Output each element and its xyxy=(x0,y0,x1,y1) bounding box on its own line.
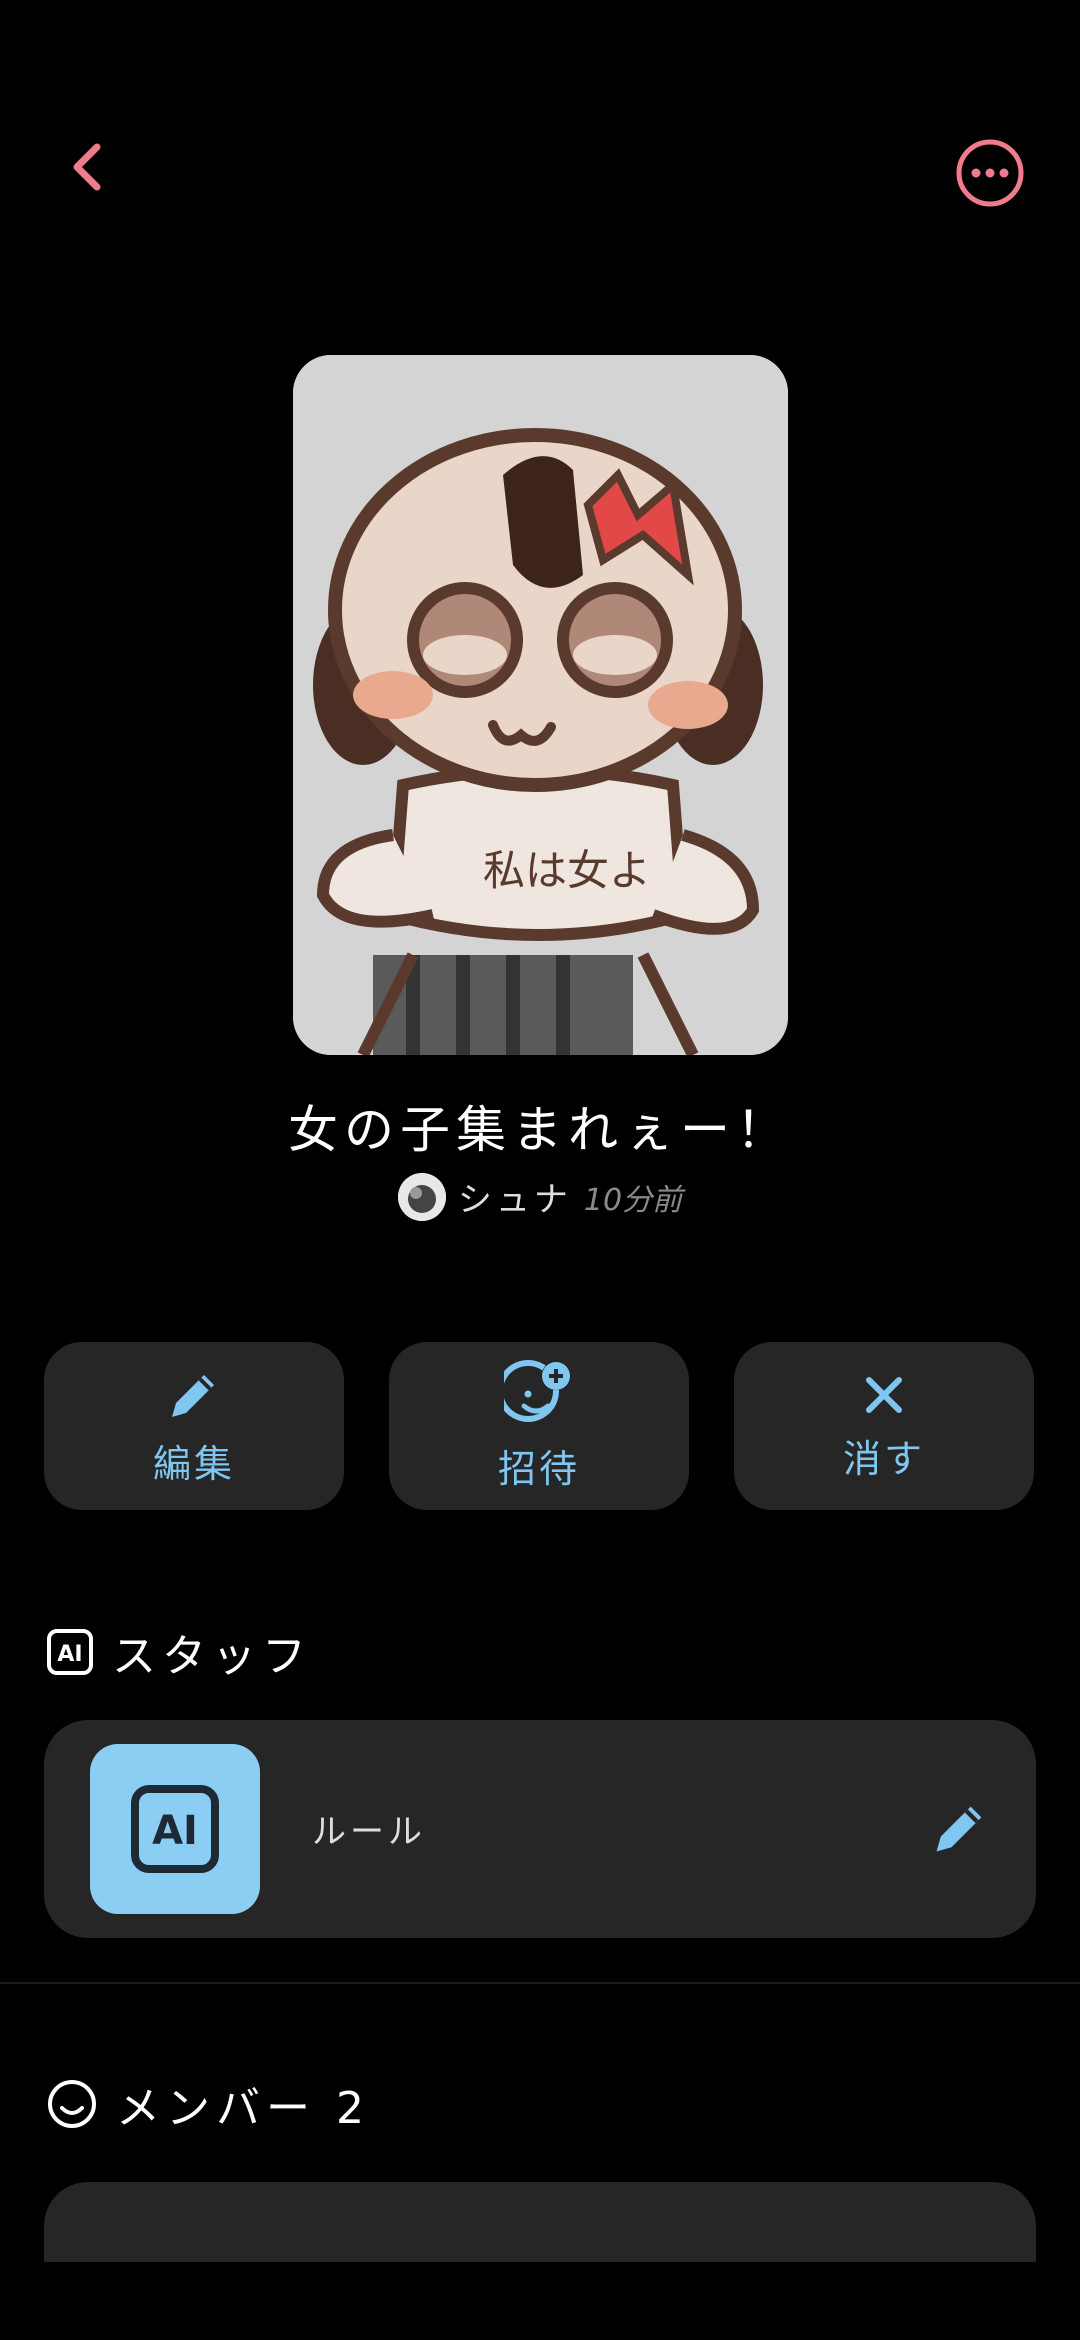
face-icon xyxy=(48,2080,96,2128)
invite-button[interactable]: 招待 xyxy=(389,1342,689,1510)
chat-meta: シュナ 10分前 xyxy=(0,1172,1080,1221)
member-list-item[interactable] xyxy=(44,2182,1036,2262)
rules-bot-avatar-text: AI xyxy=(152,1808,198,1854)
more-horizontal-icon xyxy=(956,139,1024,207)
ai-badge-icon: AI xyxy=(131,1785,219,1873)
svg-text:AI: AI xyxy=(57,1642,82,1667)
back-button[interactable] xyxy=(52,132,122,202)
staff-item-rules[interactable]: AI ルール xyxy=(44,1720,1036,1938)
chat-cover-image[interactable]: 私は女よ xyxy=(293,355,788,1055)
members-section-header: メンバー 2 xyxy=(46,2072,370,2136)
ai-badge-icon: AI xyxy=(47,1629,93,1675)
invite-face-plus-icon xyxy=(504,1359,570,1422)
staff-section-title: スタッフ xyxy=(112,1631,312,1682)
cover-shirt-text: 私は女よ xyxy=(483,846,651,895)
rules-bot-avatar: AI xyxy=(90,1744,260,1914)
chat-title: 女の子集まれぇー！ xyxy=(288,1101,792,1159)
chat-detail-page: 私は女よ 女の子集まれぇー！ シュナ 10分前 編集 招待 消す AI スタッフ… xyxy=(0,0,1080,2340)
edit-staff-button[interactable] xyxy=(928,1796,992,1860)
author-name[interactable]: シュナ xyxy=(458,1172,572,1221)
pencil-icon xyxy=(936,1806,982,1852)
action-row: 編集 招待 消す xyxy=(44,1342,1036,1510)
edit-button-label: 編集 xyxy=(152,1441,235,1486)
close-icon xyxy=(866,1376,902,1413)
pencil-icon xyxy=(172,1374,214,1417)
members-section-title: メンバー 2 xyxy=(116,2083,370,2134)
invite-button-label: 招待 xyxy=(497,1446,580,1491)
edit-button[interactable]: 編集 xyxy=(44,1342,344,1510)
more-options-button[interactable] xyxy=(954,137,1026,209)
post-time: 10分前 xyxy=(583,1182,683,1218)
staff-section-header: AI スタッフ xyxy=(46,1620,312,1684)
delete-button-label: 消す xyxy=(842,1436,925,1481)
delete-button[interactable]: 消す xyxy=(734,1342,1034,1510)
cover-illustration: 私は女よ xyxy=(293,355,788,1055)
section-divider xyxy=(0,1982,1080,1984)
author-avatar[interactable] xyxy=(397,1172,446,1221)
staff-item-name: ルール xyxy=(312,1812,426,1852)
chevron-left-icon xyxy=(73,143,101,191)
